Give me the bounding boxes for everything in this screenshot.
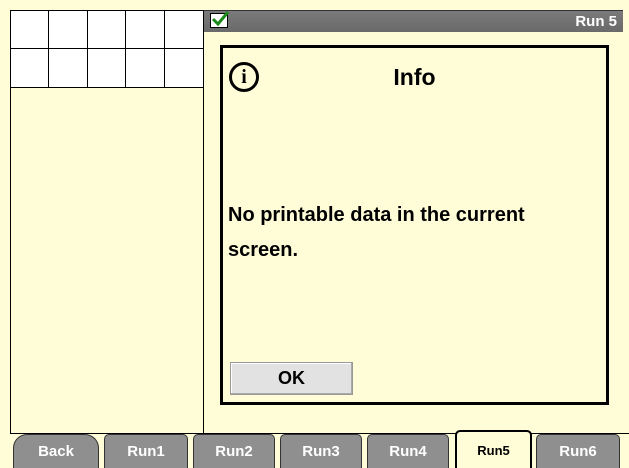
tab-run6[interactable]: Run6 — [536, 434, 620, 468]
ok-button[interactable]: OK — [230, 362, 353, 395]
tab-run3[interactable]: Run3 — [280, 434, 362, 468]
grid-cell[interactable] — [49, 49, 88, 87]
tab-back[interactable]: Back — [13, 434, 99, 468]
grid-cell[interactable] — [49, 11, 88, 49]
screen: Run 5 i Info No printable data in the cu… — [0, 0, 629, 468]
grid-cell[interactable] — [11, 11, 50, 49]
grid-cell[interactable] — [164, 11, 203, 49]
run-title: Run 5 — [575, 13, 617, 30]
tab-run5[interactable]: Run5 — [455, 430, 532, 468]
left-panel — [10, 88, 204, 433]
grid-cell[interactable] — [87, 11, 127, 49]
tab-run2[interactable]: Run2 — [193, 434, 275, 468]
grid-cell[interactable] — [165, 49, 203, 87]
dialog-title: Info — [393, 64, 436, 90]
shortcut-grid — [10, 10, 204, 88]
tab-run4[interactable]: Run4 — [367, 434, 449, 468]
grid-cell[interactable] — [11, 49, 50, 87]
title-bar: Run 5 — [204, 10, 623, 32]
info-dialog: i Info No printable data in the current … — [220, 45, 609, 405]
grid-cell[interactable] — [126, 11, 165, 49]
dialog-message: No printable data in the current screen. — [228, 204, 525, 261]
tab-run1[interactable]: Run1 — [104, 434, 188, 468]
grid-cell[interactable] — [126, 49, 165, 87]
checkmark-icon — [210, 11, 230, 28]
grid-cell[interactable] — [88, 49, 127, 87]
